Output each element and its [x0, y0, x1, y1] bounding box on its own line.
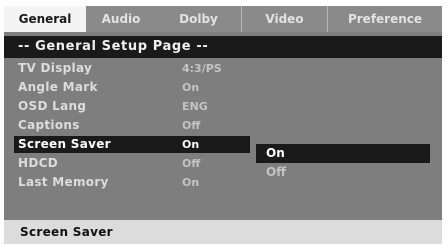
setting-label: TV Display: [18, 61, 93, 75]
setting-label: Angle Mark: [18, 80, 98, 94]
option-off[interactable]: Off: [256, 163, 430, 182]
setting-label: Captions: [18, 118, 80, 132]
tab-audio[interactable]: Audio: [86, 6, 156, 32]
tab-preference[interactable]: Preference: [327, 6, 442, 32]
tab-video[interactable]: Video: [241, 6, 327, 32]
screen-saver-options: On Off: [256, 144, 430, 182]
setup-menu-panel: General Audio Dolby Video Preference -- …: [4, 6, 442, 244]
page-title: -- General Setup Page --: [4, 36, 442, 58]
tab-general[interactable]: General: [4, 6, 86, 32]
setting-value: Off: [182, 119, 201, 132]
option-on[interactable]: On: [256, 144, 430, 163]
tab-dolby[interactable]: Dolby: [156, 6, 241, 32]
setting-label: OSD Lang: [18, 99, 87, 113]
setting-label: Screen Saver: [18, 137, 111, 151]
setting-value: ENG: [182, 100, 208, 113]
setting-angle-mark[interactable]: Angle Mark On: [4, 78, 442, 97]
setting-value: On: [182, 176, 200, 189]
setting-value: Off: [182, 157, 201, 170]
setting-value: On: [182, 138, 200, 151]
setting-osd-lang[interactable]: OSD Lang ENG: [4, 97, 442, 116]
setting-tv-display[interactable]: TV Display 4:3/PS: [4, 59, 442, 78]
setting-label: Last Memory: [18, 175, 109, 189]
setting-captions[interactable]: Captions Off: [4, 116, 442, 135]
setting-value: 4:3/PS: [182, 62, 222, 75]
setting-label: HDCD: [18, 156, 58, 170]
status-bar: Screen Saver: [4, 220, 442, 244]
tab-bar: General Audio Dolby Video Preference: [4, 6, 442, 32]
setting-value: On: [182, 81, 200, 94]
